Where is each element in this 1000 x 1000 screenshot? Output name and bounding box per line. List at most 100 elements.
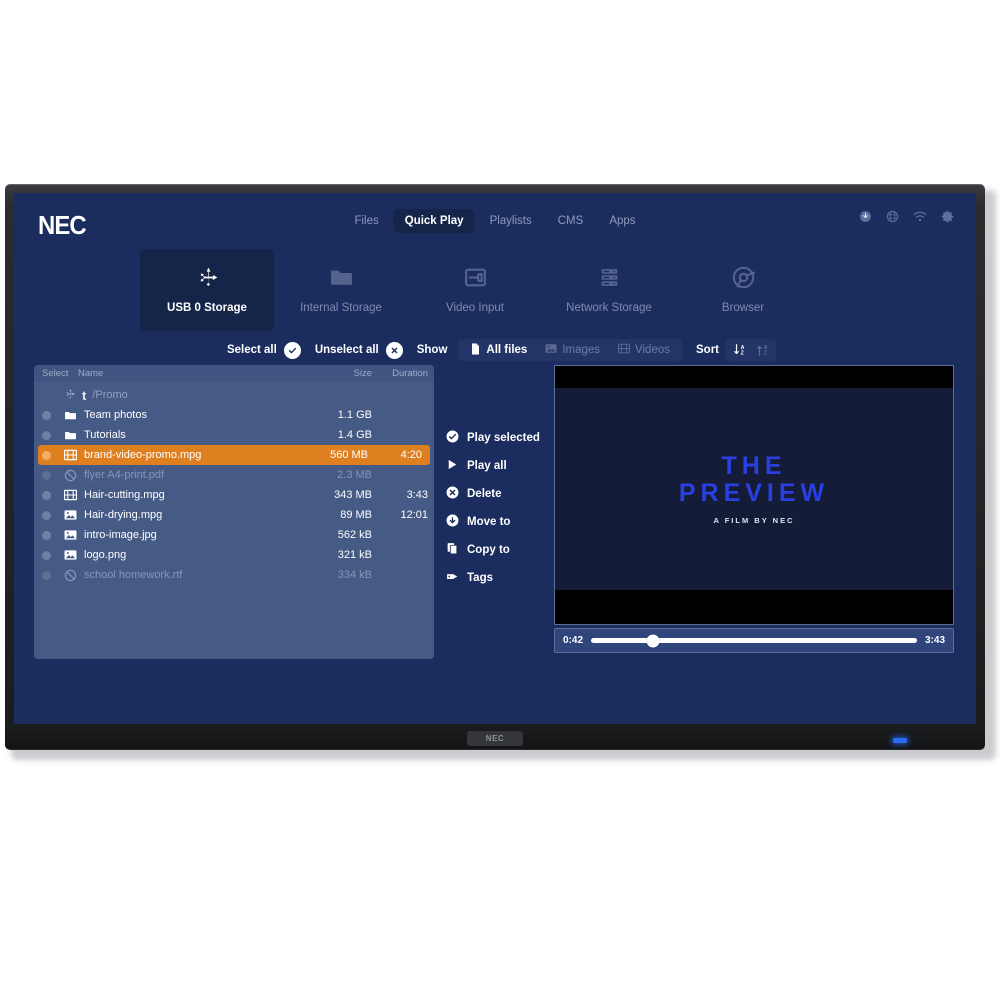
row-name: Hair-drying.mpg: [84, 509, 163, 521]
move-icon: [446, 514, 459, 530]
table-row[interactable]: logo.png 321 kB: [34, 545, 434, 565]
image-icon: [545, 343, 557, 357]
content-area: Select Name Size Duration t /Promo Team …: [14, 365, 976, 665]
screen: NEC Files Quick Play Playlists CMS Apps: [14, 193, 976, 724]
gear-icon[interactable]: [941, 210, 954, 223]
table-row-selected[interactable]: brand-video-promo.mpg 560 MB 4:20: [38, 445, 430, 465]
source-video-input[interactable]: Video Input: [408, 249, 542, 331]
device-bottom-logo: NEC: [467, 731, 523, 746]
select-all-control[interactable]: Select all: [226, 341, 301, 359]
table-row[interactable]: intro-image.jpg 562 kB: [34, 525, 434, 545]
video-frame: THE PREVIEW A FILM BY NEC: [555, 388, 953, 590]
row-select-toggle[interactable]: [42, 530, 64, 540]
source-selector: USB 0 Storage Internal Storage Video Inp…: [14, 249, 976, 335]
video-title-line2: PREVIEW: [678, 479, 830, 507]
row-select-toggle[interactable]: [42, 410, 64, 420]
source-network-storage[interactable]: Network Storage: [542, 249, 676, 331]
progress-thumb[interactable]: [646, 634, 660, 647]
source-usb-0-storage[interactable]: USB 0 Storage: [140, 249, 274, 331]
globe-icon[interactable]: [886, 210, 899, 223]
action-tags[interactable]: Tags: [446, 569, 552, 587]
parent-dir-icon[interactable]: t: [82, 389, 86, 402]
action-label: Delete: [467, 488, 502, 500]
row-name: Tutorials: [84, 429, 126, 441]
row-duration: 12:01: [400, 509, 428, 521]
film-icon: [64, 449, 84, 461]
video-player[interactable]: THE PREVIEW A FILM BY NEC: [554, 365, 954, 625]
row-name: school homework.rtf: [84, 569, 183, 581]
progress-track[interactable]: [591, 634, 917, 647]
row-size: 321 kB: [337, 549, 372, 561]
filter-videos[interactable]: Videos: [609, 341, 679, 359]
svg-text:Z: Z: [763, 351, 767, 357]
row-name: logo.png: [84, 549, 127, 561]
row-select-toggle[interactable]: [42, 510, 64, 520]
filter-images[interactable]: Images: [536, 341, 609, 359]
total-time: 3:43: [924, 635, 945, 646]
table-row[interactable]: Team photos 1.1 GB: [34, 405, 434, 425]
row-select-toggle[interactable]: [42, 490, 64, 500]
download-icon[interactable]: [859, 210, 872, 223]
select-all-label: Select all: [226, 344, 277, 356]
playback-scrubber[interactable]: 0:42 3:43: [554, 628, 954, 653]
nav-item-playlists[interactable]: Playlists: [479, 209, 543, 233]
row-select-toggle[interactable]: [42, 430, 64, 440]
nav-item-quick-play[interactable]: Quick Play: [393, 209, 475, 233]
source-label: Video Input: [446, 302, 504, 314]
select-dot-icon: [42, 530, 51, 540]
list-toolbar: Select all Unselect all Show All files I…: [14, 335, 976, 365]
unselect-all-control[interactable]: Unselect all: [314, 341, 403, 359]
image-icon: [64, 529, 84, 541]
nav-item-cms[interactable]: CMS: [547, 209, 595, 233]
row-select-toggle[interactable]: [42, 450, 64, 460]
file-list-panel[interactable]: Select Name Size Duration t /Promo Team …: [34, 365, 434, 659]
sort-az-icon[interactable]: AZ: [730, 341, 749, 359]
select-dot-icon: [42, 570, 51, 580]
current-time: 0:42: [563, 635, 584, 646]
nec-logo: NEC: [38, 210, 87, 240]
unselect-all-label: Unselect all: [314, 344, 379, 356]
action-menu: Play selected Play all Delete Move to Co…: [434, 365, 552, 665]
action-label: Move to: [467, 516, 511, 528]
preview-panel: THE PREVIEW A FILM BY NEC 0:42 3:43: [554, 365, 954, 665]
filter-label: Videos: [635, 344, 670, 356]
x-circle-icon[interactable]: [385, 341, 403, 359]
filter-all-files[interactable]: All files: [461, 341, 536, 359]
file-rows: t /Promo Team photos 1.1 GB Tutorials 1.…: [34, 382, 434, 585]
action-copy-to[interactable]: Copy to: [446, 541, 552, 559]
sort-za-icon[interactable]: AZ: [753, 341, 772, 359]
source-browser[interactable]: Browser: [676, 249, 810, 331]
row-name: flyer A4-print.pdf: [84, 469, 165, 481]
table-row[interactable]: Hair-drying.mpg 89 MB 12:01: [34, 505, 434, 525]
select-dot-icon: [42, 410, 51, 420]
action-move-to[interactable]: Move to: [446, 513, 552, 531]
source-label: USB 0 Storage: [167, 302, 247, 314]
row-name: Hair-cutting.mpg: [84, 489, 165, 501]
row-size: 1.4 GB: [337, 429, 372, 441]
nav-item-files[interactable]: Files: [343, 209, 389, 233]
filter-label: Images: [562, 344, 601, 356]
breadcrumb-row[interactable]: t /Promo: [34, 385, 434, 405]
check-circle-icon[interactable]: [283, 341, 301, 359]
usb-icon: [195, 265, 220, 293]
action-play-all[interactable]: Play all: [446, 457, 552, 475]
breadcrumb-path: /Promo: [92, 389, 128, 401]
select-dot-icon: [42, 470, 51, 480]
wifi-icon[interactable]: [913, 210, 927, 223]
table-row-disabled: school homework.rtf 334 kB: [34, 565, 434, 585]
nav-item-apps[interactable]: Apps: [598, 209, 646, 233]
table-row[interactable]: Hair-cutting.mpg 343 MB 3:43: [34, 485, 434, 505]
row-select-toggle[interactable]: [42, 550, 64, 560]
row-duration: 3:43: [406, 489, 428, 501]
copy-icon: [446, 542, 459, 558]
play-icon: [446, 458, 459, 474]
header-duration: Duration: [392, 368, 428, 379]
film-icon: [64, 489, 84, 501]
action-play-selected[interactable]: Play selected: [446, 429, 552, 447]
row-duration: 4:20: [400, 449, 422, 461]
x-circle-icon: [446, 486, 459, 502]
source-internal-storage[interactable]: Internal Storage: [274, 249, 408, 331]
table-row[interactable]: Tutorials 1.4 GB: [34, 425, 434, 445]
folder-icon: [64, 409, 84, 422]
action-delete[interactable]: Delete: [446, 485, 552, 503]
